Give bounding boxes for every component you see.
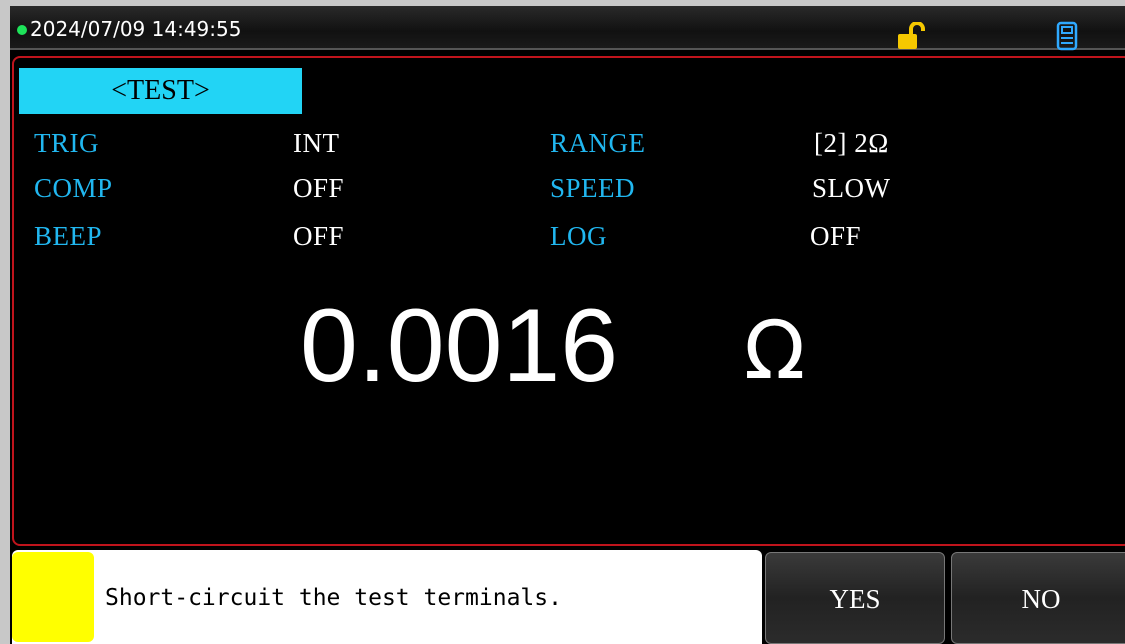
tab-test[interactable]: <TEST>: [19, 68, 302, 114]
measurement-reading: 0.0016: [300, 288, 619, 404]
yes-button[interactable]: YES: [765, 552, 945, 644]
usb-storage-icon[interactable]: [1056, 21, 1078, 56]
status-indicator-icon: [17, 25, 27, 35]
trig-value[interactable]: INT: [293, 127, 339, 159]
speed-value[interactable]: SLOW: [812, 172, 891, 204]
range-label: RANGE: [550, 128, 646, 158]
comp-value[interactable]: OFF: [293, 172, 344, 204]
status-bar: 2024/07/09 14:49:55: [10, 6, 1125, 51]
comp-label: COMP: [34, 173, 113, 203]
measurement-unit: Ω: [744, 304, 806, 397]
log-label: LOG: [550, 221, 607, 251]
range-value[interactable]: [2] 2Ω: [814, 127, 889, 159]
speed-label: SPEED: [550, 173, 636, 203]
beep-label: BEEP: [34, 221, 103, 251]
message-indicator-icon: [12, 552, 94, 642]
beep-value[interactable]: OFF: [293, 220, 344, 252]
status-datetime: 2024/07/09 14:49:55: [30, 17, 242, 41]
message-text: Short-circuit the test terminals.: [105, 585, 562, 611]
log-value[interactable]: OFF: [810, 220, 861, 252]
unlocked-padlock-icon[interactable]: [897, 21, 931, 55]
trig-label: TRIG: [34, 128, 99, 158]
no-button[interactable]: NO: [951, 552, 1125, 644]
screen-bezel-left: [0, 0, 10, 644]
